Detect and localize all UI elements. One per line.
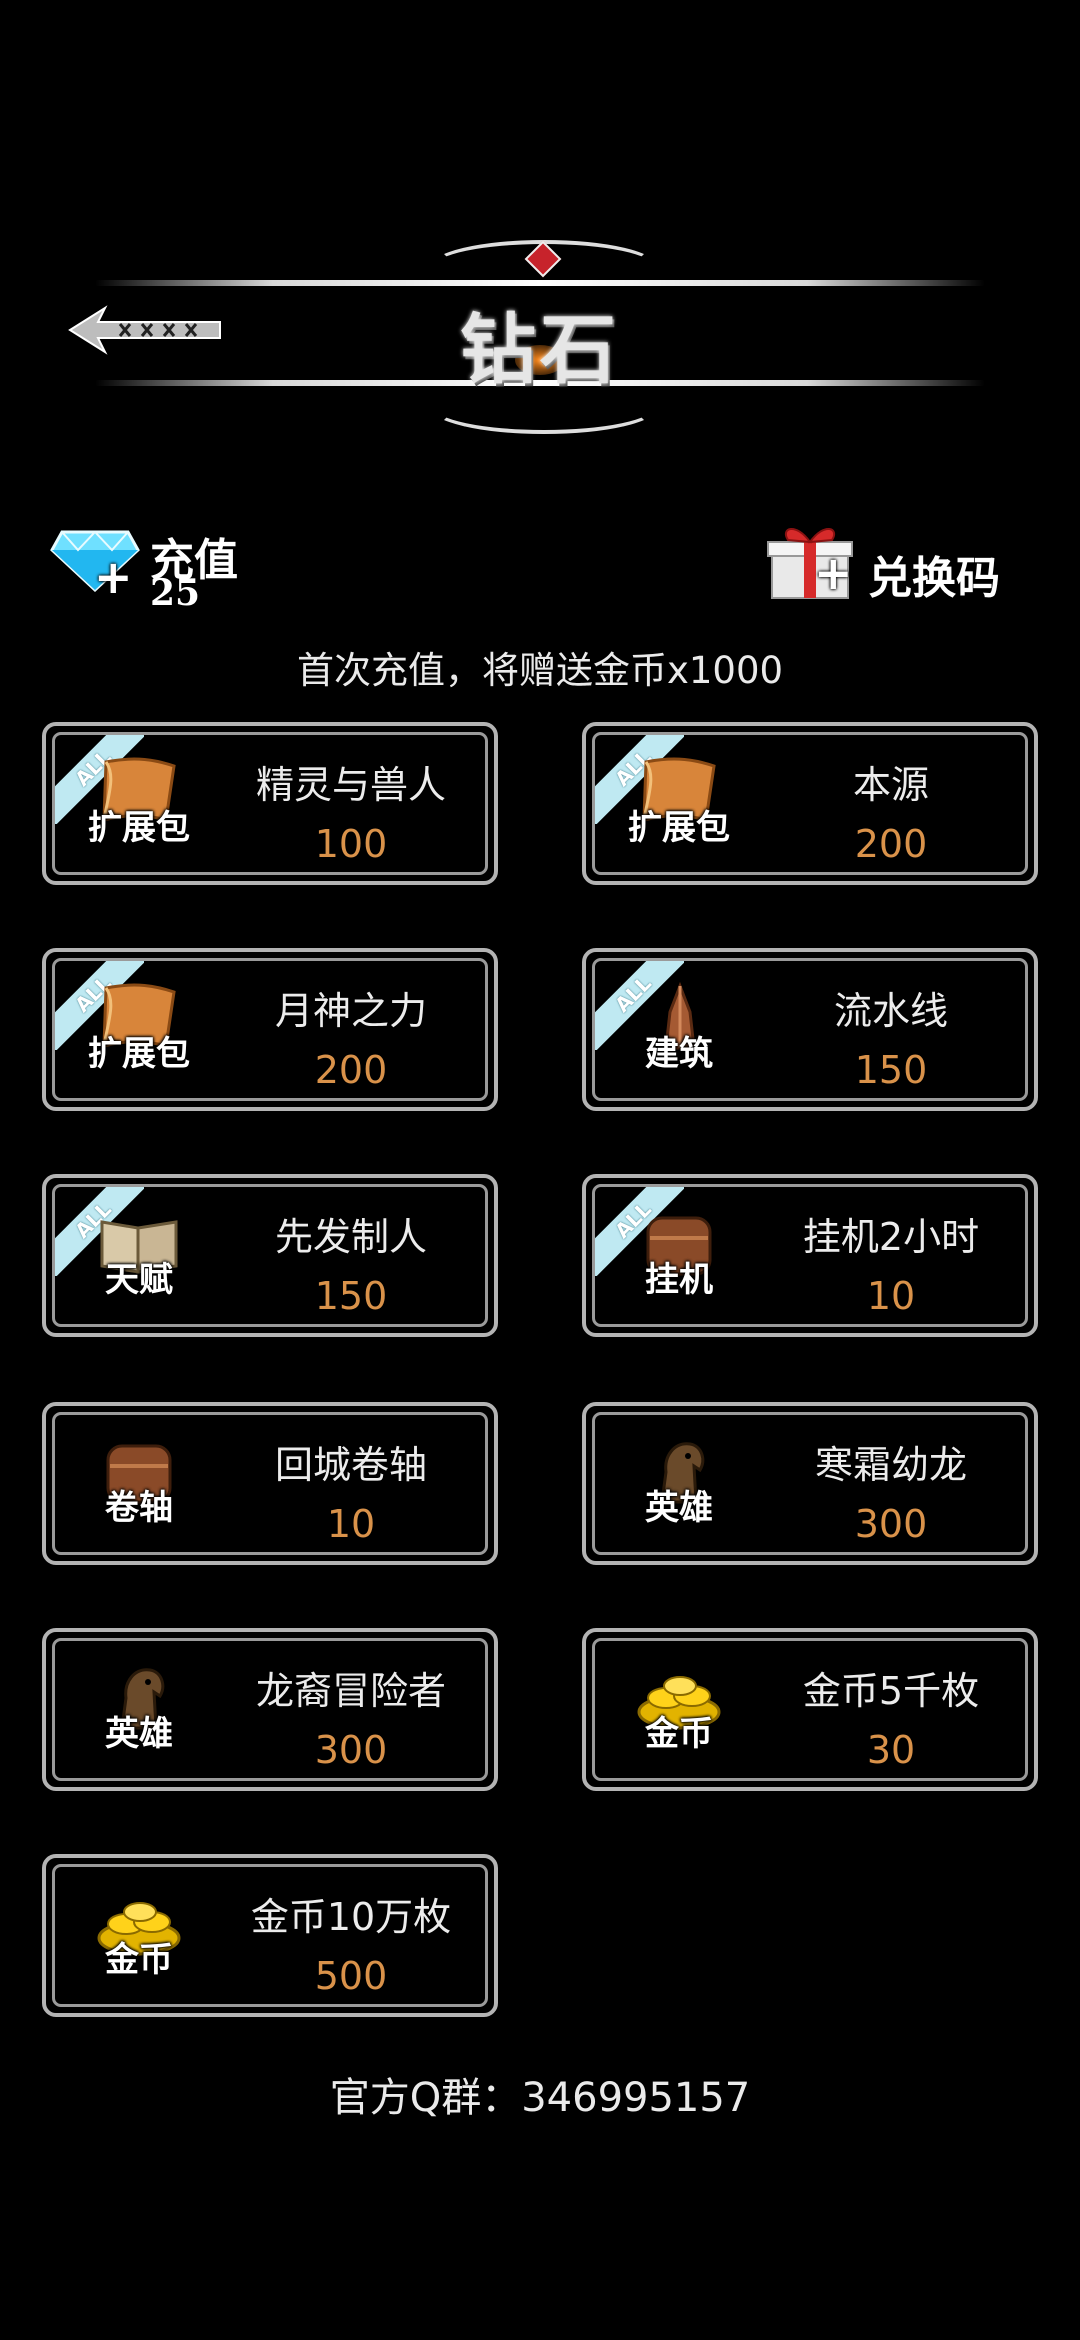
item-name: 精灵与兽人 xyxy=(255,763,446,807)
item-name: 本源 xyxy=(852,763,929,807)
shop-item-card[interactable]: ALL 建筑 流水线 150 xyxy=(582,948,1038,1111)
item-name: 月神之力 xyxy=(274,989,427,1033)
shop-item-card[interactable]: ALL 扩展包 本源 200 xyxy=(582,722,1038,885)
item-price: 200 xyxy=(314,1048,388,1092)
recharge-button[interactable]: + 充值 25 xyxy=(50,520,300,614)
plus-icon: + xyxy=(94,550,133,604)
item-price: 10 xyxy=(866,1274,916,1318)
item-category: 扩展包 xyxy=(88,808,190,848)
item-category: 英雄 xyxy=(645,1488,713,1528)
item-price: 30 xyxy=(866,1728,916,1772)
shop-item-card[interactable]: ALL 扩展包 月神之力 200 xyxy=(42,948,498,1111)
redeem-code-button[interactable]: + 兑换码 xyxy=(760,508,1010,608)
item-price: 300 xyxy=(314,1728,388,1772)
plus-icon: + xyxy=(814,546,853,600)
item-category: 扩展包 xyxy=(628,808,730,848)
shop-item-card[interactable]: 英雄 龙裔冒险者 300 xyxy=(42,1628,498,1791)
item-price: 10 xyxy=(326,1502,376,1546)
item-price: 500 xyxy=(314,1954,388,1998)
item-name: 金币5千枚 xyxy=(802,1669,980,1713)
item-name: 挂机2小时 xyxy=(802,1215,980,1259)
item-name: 回城卷轴 xyxy=(274,1443,427,1487)
item-price: 100 xyxy=(314,822,388,866)
shop-item-card[interactable]: 金币 金币10万枚 500 xyxy=(42,1854,498,2017)
item-name: 金币10万枚 xyxy=(250,1895,452,1939)
item-category: 建筑 xyxy=(645,1034,713,1074)
shop-item-card[interactable]: ALL 天赋 先发制人 150 xyxy=(42,1174,498,1337)
header: 钻石 xyxy=(0,230,1080,440)
shop-item-card[interactable]: ALL 挂机 挂机2小时 10 xyxy=(582,1174,1038,1337)
item-name: 先发制人 xyxy=(274,1215,427,1259)
official-qq-group: 官方Q群：346995157 xyxy=(329,2075,751,2121)
shop-item-card[interactable]: 金币 金币5千枚 30 xyxy=(582,1628,1038,1791)
redeem-label: 兑换码 xyxy=(868,553,1000,604)
item-name: 龙裔冒险者 xyxy=(255,1669,446,1713)
item-price: 200 xyxy=(854,822,928,866)
item-price: 300 xyxy=(854,1502,928,1546)
shop-item-card[interactable]: 英雄 寒霜幼龙 300 xyxy=(582,1402,1038,1565)
recharge-count: 25 xyxy=(150,572,201,614)
item-price: 150 xyxy=(854,1048,928,1092)
page-title: 钻石 xyxy=(460,305,620,394)
item-category: 挂机 xyxy=(645,1260,713,1300)
item-category: 金币 xyxy=(105,1940,173,1980)
item-name: 寒霜幼龙 xyxy=(814,1443,967,1487)
item-name: 流水线 xyxy=(833,989,948,1033)
item-category: 扩展包 xyxy=(88,1034,190,1074)
first-recharge-notice: 首次充值，将赠送金币x1000 xyxy=(296,649,784,692)
shop-item-card[interactable]: 卷轴 回城卷轴 10 xyxy=(42,1402,498,1565)
shop-item-card[interactable]: ALL 扩展包 精灵与兽人 100 xyxy=(42,722,498,885)
item-category: 卷轴 xyxy=(105,1488,173,1528)
item-category: 天赋 xyxy=(105,1260,173,1300)
item-price: 150 xyxy=(314,1274,388,1318)
item-category: 金币 xyxy=(645,1714,713,1754)
item-category: 英雄 xyxy=(105,1714,173,1754)
